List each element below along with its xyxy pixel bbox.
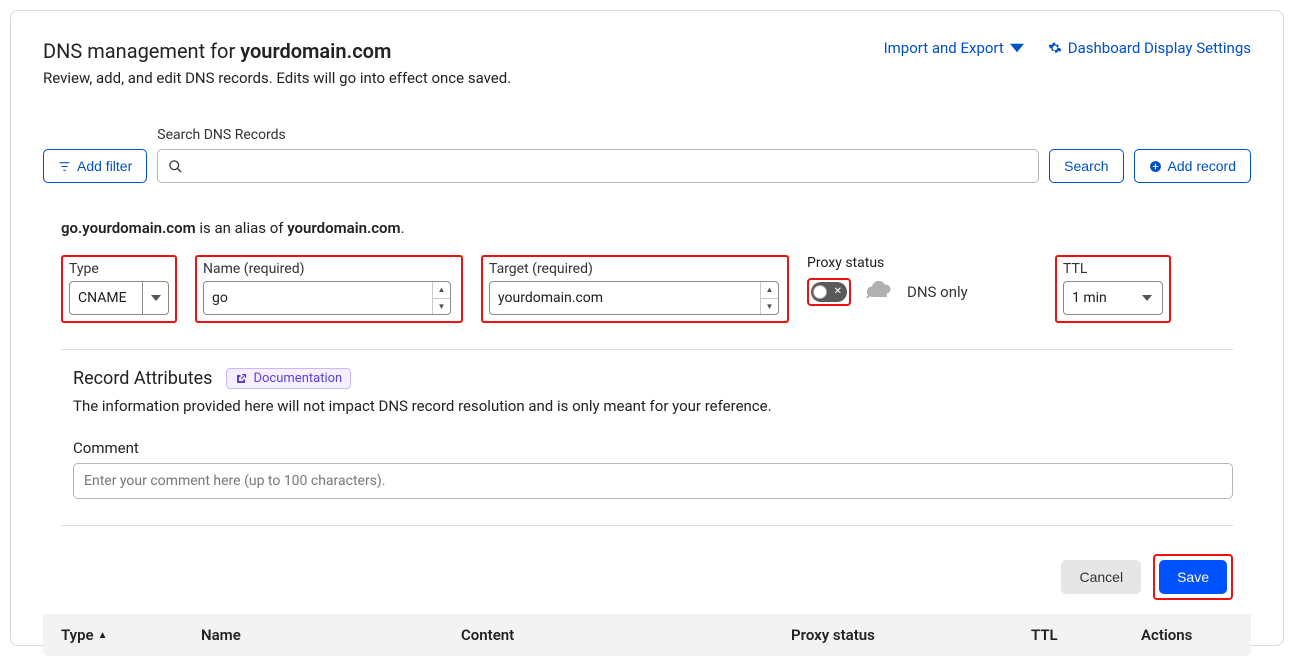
chevron-down-icon xyxy=(1138,282,1156,314)
proxy-label: Proxy status xyxy=(807,255,968,271)
type-field: Type CNAME xyxy=(69,261,169,315)
dns-management-panel: DNS management for yourdomain.com Review… xyxy=(10,10,1284,646)
type-highlight: Type CNAME xyxy=(61,255,177,323)
th-content[interactable]: Content xyxy=(461,626,791,644)
header-actions: Import and Export Dashboard Display Sett… xyxy=(884,39,1251,57)
save-button[interactable]: Save xyxy=(1159,560,1227,594)
record-fields: Type CNAME Name (required) go ▲▼ Use @ f… xyxy=(43,255,1251,323)
name-field: Name (required) go ▲▼ xyxy=(203,261,455,315)
toggle-knob xyxy=(813,285,827,299)
th-type-label: Type xyxy=(61,626,94,644)
ttl-field: TTL 1 min xyxy=(1063,261,1163,315)
add-record-button[interactable]: Add record xyxy=(1134,149,1251,183)
target-field: Target (required) yourdomain.com ▲▼ xyxy=(489,261,781,315)
ttl-highlight: TTL 1 min xyxy=(1055,255,1171,323)
ttl-select[interactable]: 1 min xyxy=(1063,281,1163,315)
record-attributes: Record Attributes Documentation The info… xyxy=(43,350,1251,499)
target-highlight: Target (required) yourdomain.com ▲▼ xyxy=(481,255,789,323)
name-highlight: Name (required) go ▲▼ xyxy=(195,255,463,323)
header-text-block: DNS management for yourdomain.com Review… xyxy=(43,39,511,87)
ttl-value: 1 min xyxy=(1072,290,1107,306)
dashboard-settings-link[interactable]: Dashboard Display Settings xyxy=(1048,39,1251,57)
records-table-header: Type ▲ Name Content Proxy status TTL Act… xyxy=(43,614,1251,656)
search-group: Search DNS Records xyxy=(157,127,1039,183)
spin-arrows-icon[interactable]: ▲▼ xyxy=(760,282,778,314)
target-label: Target (required) xyxy=(489,261,781,277)
plus-circle-icon xyxy=(1149,160,1162,173)
page-title: DNS management for yourdomain.com xyxy=(43,39,511,63)
ttl-label: TTL xyxy=(1063,261,1163,277)
save-label: Save xyxy=(1177,569,1209,585)
attrs-title: Record Attributes xyxy=(73,368,212,389)
sort-asc-icon: ▲ xyxy=(98,630,108,641)
th-name[interactable]: Name xyxy=(201,626,461,644)
name-label: Name (required) xyxy=(203,261,455,277)
search-button-label: Search xyxy=(1064,158,1108,174)
name-input[interactable]: go ▲▼ xyxy=(203,281,451,315)
search-icon xyxy=(168,159,183,174)
comment-input[interactable]: Enter your comment here (up to 100 chara… xyxy=(73,463,1233,499)
attrs-description: The information provided here will not i… xyxy=(73,397,1233,415)
filter-icon xyxy=(58,160,71,173)
cancel-label: Cancel xyxy=(1079,569,1123,585)
chevron-down-icon xyxy=(142,282,168,314)
import-export-label: Import and Export xyxy=(884,39,1004,57)
comment-placeholder: Enter your comment here (up to 100 chara… xyxy=(84,473,386,489)
th-type[interactable]: Type ▲ xyxy=(61,626,201,644)
search-input-wrap[interactable] xyxy=(157,149,1039,183)
record-summary-mid: is an alias of xyxy=(196,219,288,237)
cancel-button[interactable]: Cancel xyxy=(1061,560,1141,594)
gear-icon xyxy=(1048,41,1062,55)
header: DNS management for yourdomain.com Review… xyxy=(43,39,1251,87)
add-filter-button[interactable]: Add filter xyxy=(43,149,147,183)
th-ttl[interactable]: TTL xyxy=(1031,626,1141,644)
search-button[interactable]: Search xyxy=(1049,149,1123,183)
proxy-toggle-highlight: ✕ xyxy=(807,278,851,306)
chevron-down-icon xyxy=(1010,41,1024,55)
search-label: Search DNS Records xyxy=(157,127,1039,143)
search-input[interactable] xyxy=(191,158,1028,174)
external-link-icon xyxy=(235,373,247,385)
page-title-prefix: DNS management for xyxy=(43,39,240,63)
target-input[interactable]: yourdomain.com ▲▼ xyxy=(489,281,779,315)
documentation-link[interactable]: Documentation xyxy=(226,368,351,389)
search-row: Add filter Search DNS Records Search Add… xyxy=(43,127,1251,183)
divider xyxy=(61,525,1233,526)
cloud-icon xyxy=(865,281,893,303)
proxy-toggle[interactable]: ✕ xyxy=(811,282,847,302)
comment-label: Comment xyxy=(73,439,1233,457)
add-record-label: Add record xyxy=(1168,158,1236,174)
page-subtitle: Review, add, and edit DNS records. Edits… xyxy=(43,69,511,87)
record-summary: go.yourdomain.com is an alias of yourdom… xyxy=(43,219,1251,237)
type-value: CNAME xyxy=(78,290,127,306)
spin-arrows-icon[interactable]: ▲▼ xyxy=(432,282,450,314)
proxy-text: DNS only xyxy=(907,283,968,301)
add-filter-label: Add filter xyxy=(77,158,132,174)
attrs-title-row: Record Attributes Documentation xyxy=(73,368,1233,389)
footer-row: Cancel Save xyxy=(43,554,1251,600)
dashboard-settings-label: Dashboard Display Settings xyxy=(1068,39,1251,57)
import-export-link[interactable]: Import and Export xyxy=(884,39,1024,57)
th-proxy[interactable]: Proxy status xyxy=(791,626,1031,644)
proxy-field: Proxy status ✕ DNS only xyxy=(807,255,968,309)
page-title-domain: yourdomain.com xyxy=(240,39,391,63)
name-value: go xyxy=(212,290,228,306)
toggle-x-icon: ✕ xyxy=(834,287,842,297)
type-select[interactable]: CNAME xyxy=(69,281,169,315)
type-label: Type xyxy=(69,261,169,277)
th-actions: Actions xyxy=(1141,626,1233,644)
proxy-row: ✕ DNS only xyxy=(807,275,968,309)
record-summary-host: go.yourdomain.com xyxy=(61,219,196,237)
documentation-label: Documentation xyxy=(253,371,342,386)
record-summary-target: yourdomain.com xyxy=(287,219,400,237)
save-highlight: Save xyxy=(1153,554,1233,600)
target-value: yourdomain.com xyxy=(498,290,603,306)
